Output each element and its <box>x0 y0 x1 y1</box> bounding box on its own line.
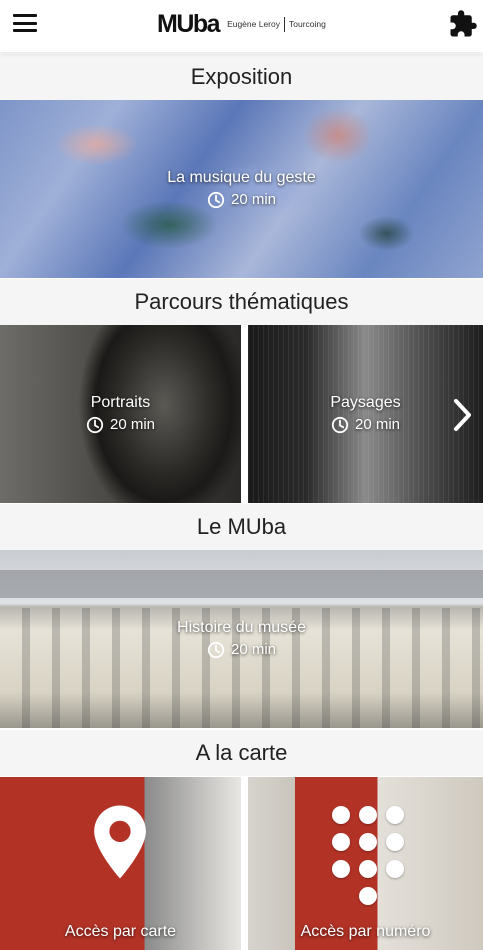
logo-sub-right: Tourcoing <box>289 19 326 29</box>
tile-label: Paysages <box>330 394 401 411</box>
tile-label: Accès par numéro <box>300 923 431 940</box>
tile-histoire-du-musee[interactable]: Histoire du musée 20 min <box>0 550 483 728</box>
section-title-a-la-carte: A la carte <box>0 730 483 776</box>
tile-duration: 20 min <box>230 641 277 658</box>
section-title-parcours: Parcours thématiques <box>0 279 483 325</box>
tile-paysages[interactable]: Paysages 20 min <box>248 325 483 503</box>
tile-duration: 20 min <box>230 191 277 208</box>
tile-duration: 20 min <box>109 416 156 433</box>
keypad-icon <box>332 806 404 906</box>
tile-la-musique-du-geste[interactable]: La musique du geste 20 min <box>0 100 483 278</box>
tile-label: Accès par carte <box>64 923 177 940</box>
tile-label: Portraits <box>90 394 151 411</box>
section-title-exposition: Exposition <box>0 54 483 100</box>
muba-logo[interactable]: MUba Eugène Leroy Tourcoing <box>157 10 326 38</box>
section-title-le-muba: Le MUba <box>0 504 483 550</box>
hamburger-menu-icon[interactable] <box>13 14 37 32</box>
logo-text: MUba <box>157 9 221 38</box>
map-pin-icon <box>94 805 146 879</box>
clock-icon <box>207 191 225 209</box>
puzzle-icon[interactable] <box>448 9 478 39</box>
clock-icon <box>207 641 225 659</box>
clock-icon <box>86 416 104 434</box>
tile-portraits[interactable]: Portraits 20 min <box>0 325 241 503</box>
chevron-right-icon[interactable] <box>451 398 475 432</box>
clock-icon <box>331 416 349 434</box>
logo-sub-left: Eugène Leroy <box>227 19 280 29</box>
app-header: MUba Eugène Leroy Tourcoing <box>0 0 483 52</box>
tile-label: La musique du geste <box>167 169 316 186</box>
tile-duration: 20 min <box>354 416 401 433</box>
tile-label: Histoire du musée <box>177 619 306 636</box>
